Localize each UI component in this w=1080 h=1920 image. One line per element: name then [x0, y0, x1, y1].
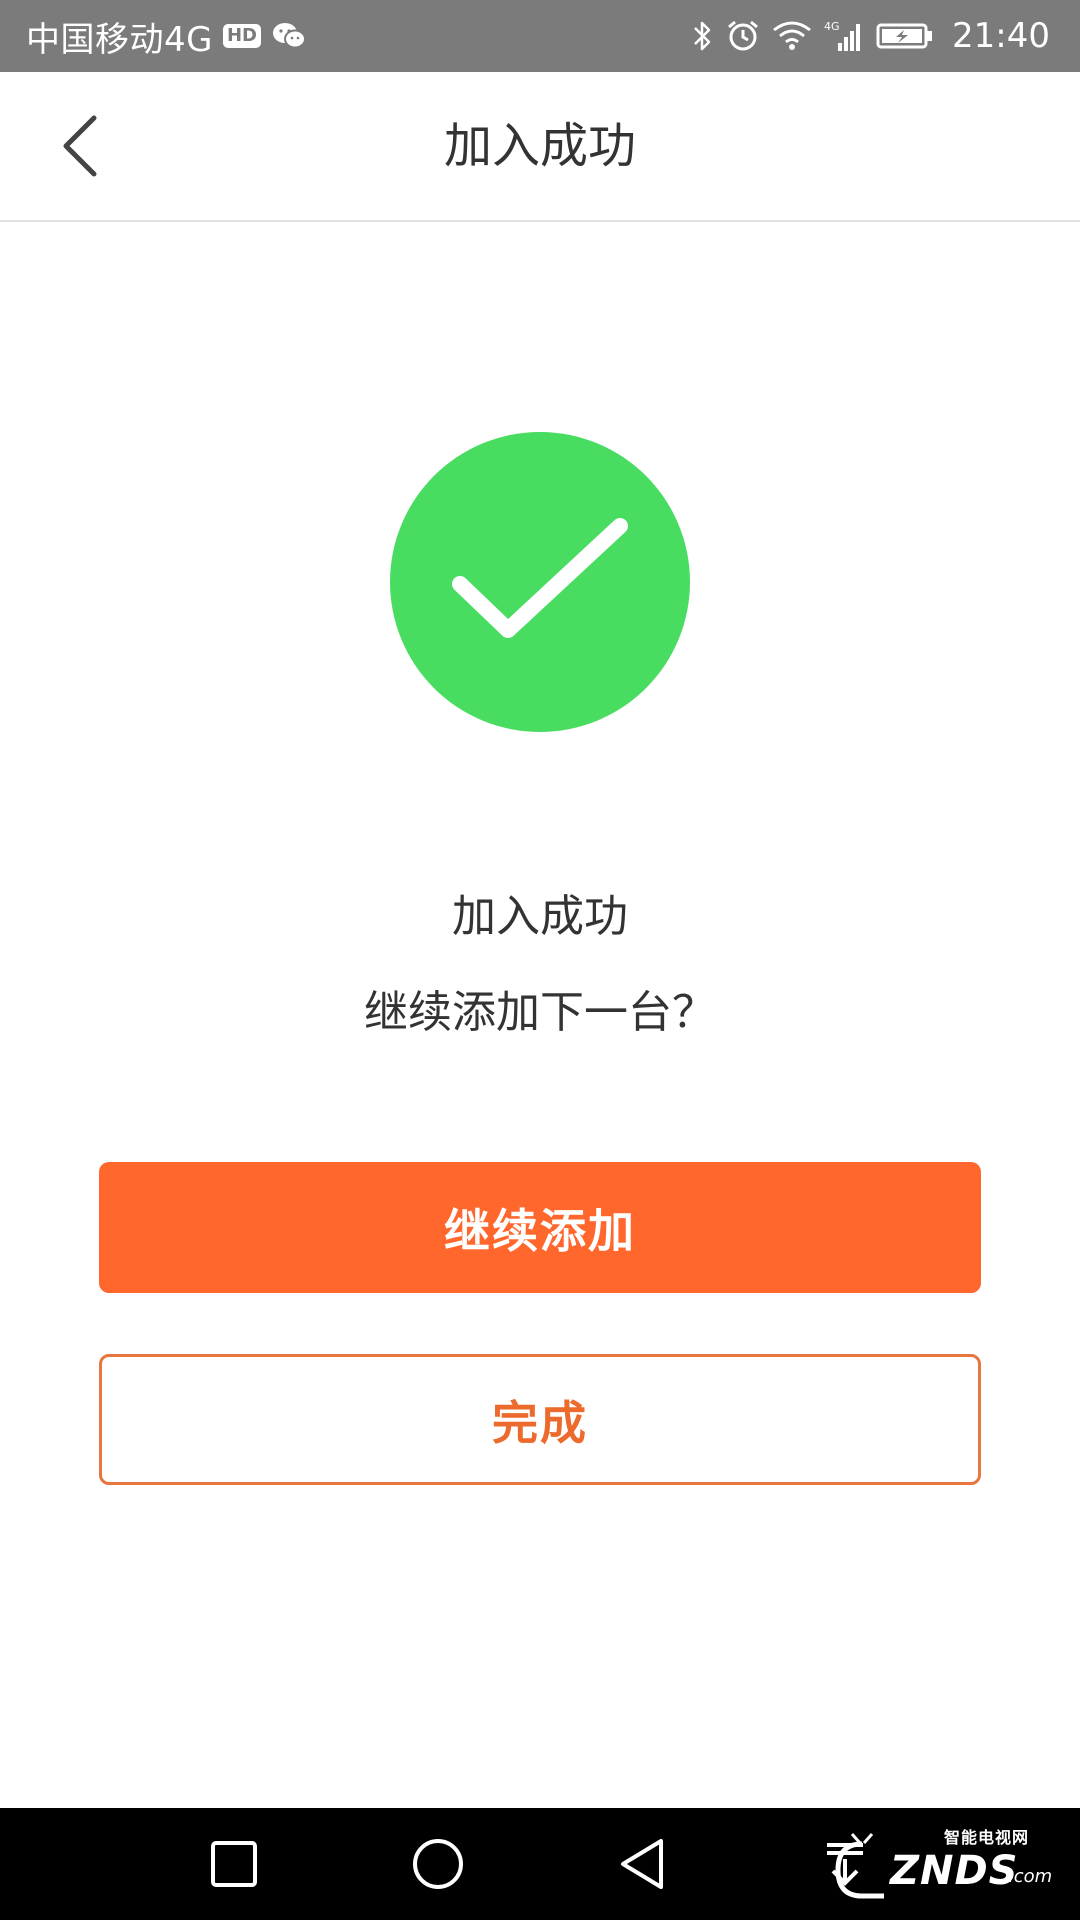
- clock: 21:40: [952, 16, 1050, 56]
- page-title: 加入成功: [443, 118, 636, 174]
- 4g-signal-icon: 4G: [824, 19, 864, 53]
- znds-watermark: 智能电视网 ZNDS .com: [832, 1822, 1052, 1906]
- nav-back-button[interactable]: [587, 1808, 697, 1920]
- title-bar: 加入成功: [0, 72, 1080, 222]
- navigation-bar: 智能电视网 ZNDS .com: [0, 1808, 1080, 1920]
- status-right: 4G 21:40: [692, 0, 1050, 72]
- watermark-brand: ZNDS: [890, 1848, 1019, 1894]
- done-button[interactable]: 完成: [99, 1354, 981, 1485]
- wechat-icon: [271, 21, 307, 51]
- alarm-icon: [726, 19, 760, 53]
- status-bar: 中国移动4G HD 4G 21:40: [0, 0, 1080, 72]
- tv-logo-icon: [835, 1833, 884, 1899]
- wifi-icon: [772, 20, 812, 52]
- watermark-suffix: .com: [1008, 1866, 1053, 1887]
- status-left: 中国移动4G HD: [26, 0, 307, 72]
- continue-prompt: 继续添加下一台？: [364, 987, 716, 1038]
- check-circle-icon: [390, 432, 690, 732]
- success-message-title: 加入成功: [452, 891, 628, 942]
- recent-apps-button[interactable]: [179, 1808, 289, 1920]
- home-icon: [413, 1839, 463, 1889]
- hd-icon: HD: [222, 24, 261, 48]
- home-button[interactable]: [383, 1808, 493, 1920]
- svg-text:4G: 4G: [824, 20, 840, 33]
- carrier-label: 中国移动4G: [26, 19, 213, 60]
- bluetooth-icon: [692, 19, 714, 53]
- battery-charging-icon: [876, 21, 934, 51]
- watermark-caption: 智能电视网: [944, 1828, 1030, 1847]
- continue-add-button[interactable]: 继续添加: [99, 1162, 981, 1293]
- recent-apps-icon: [211, 1841, 257, 1887]
- back-icon: [621, 1839, 663, 1889]
